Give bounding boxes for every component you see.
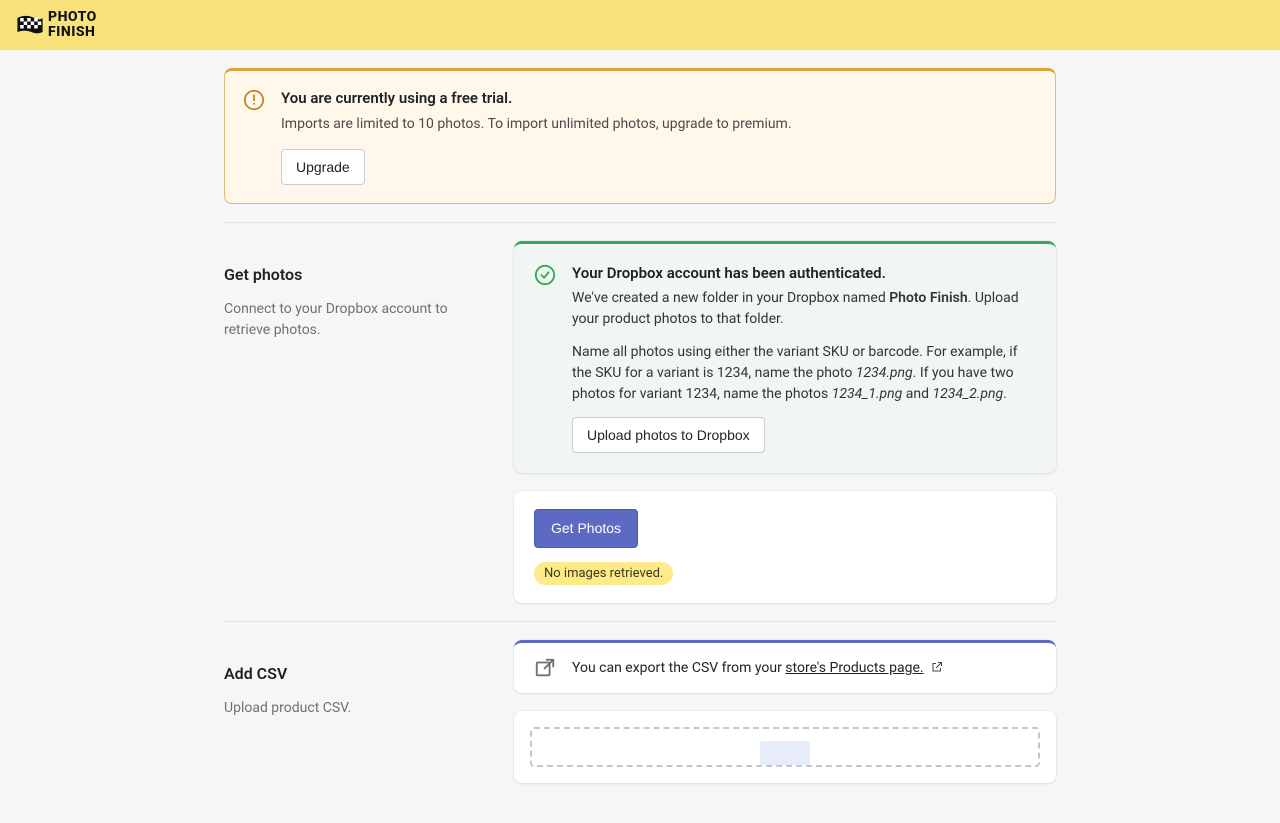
upload-to-dropbox-button[interactable]: Upload photos to Dropbox	[572, 417, 765, 453]
csv-dropzone-card	[514, 711, 1056, 783]
store-products-link[interactable]: store's Products page.	[785, 660, 923, 676]
header-bar: PHOTO FINISH	[0, 0, 1280, 50]
get-photos-desc: Connect to your Dropbox account to retri…	[224, 299, 494, 341]
csv-info-text: You can export the CSV from your store's…	[572, 658, 943, 679]
trial-banner-title: You are currently using a free trial.	[281, 87, 1037, 110]
checkered-flag-icon	[16, 15, 44, 35]
trial-banner-subtitle: Imports are limited to 10 photos. To imp…	[281, 114, 1037, 135]
get-photos-button[interactable]: Get Photos	[534, 509, 638, 547]
get-photos-card: Get Photos No images retrieved.	[514, 491, 1056, 603]
logo-text: PHOTO FINISH	[48, 10, 97, 39]
add-csv-desc: Upload product CSV.	[224, 698, 494, 719]
section-divider	[224, 222, 1056, 223]
section-divider	[224, 621, 1056, 622]
upgrade-button[interactable]: Upgrade	[281, 149, 365, 185]
csv-dropzone[interactable]	[530, 727, 1040, 767]
get-photos-heading: Get photos	[224, 263, 494, 287]
export-icon	[534, 657, 556, 679]
get-photos-section: Get photos Connect to your Dropbox accou…	[224, 241, 1056, 603]
file-icon	[760, 741, 810, 765]
trial-banner: You are currently using a free trial. Im…	[224, 68, 1056, 204]
external-link-icon	[931, 661, 943, 673]
logo: PHOTO FINISH	[16, 10, 97, 39]
check-circle-icon	[534, 264, 556, 286]
auth-paragraph-2: Name all photos using either the variant…	[572, 342, 1036, 405]
auth-paragraph-1: We've created a new folder in your Dropb…	[572, 288, 1036, 330]
add-csv-section: Add CSV Upload product CSV. You can expo…	[224, 640, 1056, 783]
alert-circle-icon	[243, 89, 265, 111]
csv-info-card: You can export the CSV from your store's…	[514, 640, 1056, 693]
dropbox-auth-card: Your Dropbox account has been authentica…	[514, 241, 1056, 474]
add-csv-heading: Add CSV	[224, 662, 494, 686]
auth-title: Your Dropbox account has been authentica…	[572, 262, 1036, 285]
no-images-badge: No images retrieved.	[534, 562, 673, 586]
